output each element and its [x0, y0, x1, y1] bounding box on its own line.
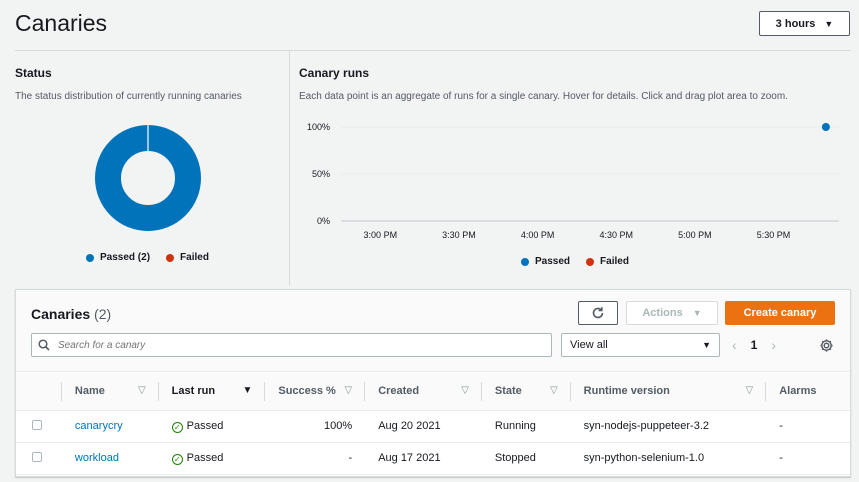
x-tick-label: 5:00 PM [678, 230, 712, 240]
success-cell: - [348, 452, 353, 464]
time-range-label: 3 hours [775, 17, 816, 30]
previous-page-icon[interactable]: ‹ [732, 337, 737, 353]
sort-icon: ▽ [344, 385, 353, 397]
table-title: Canaries (2) [31, 306, 111, 322]
legend-label: Failed [180, 252, 209, 263]
success-cell: 100% [324, 420, 353, 432]
created-cell: Aug 17 2021 [378, 452, 441, 464]
canary-runs-description: Each data point is an aggregate of runs … [299, 91, 788, 102]
canary-runs-title: Canary runs [299, 66, 370, 80]
runtime-cell: syn-nodejs-puppeteer-3.2 [583, 420, 710, 432]
alarms-cell: - [779, 420, 783, 432]
sort-icon: ▽ [137, 385, 146, 397]
search-input[interactable] [58, 339, 538, 351]
x-tick-label: 3:00 PM [364, 230, 398, 240]
passed-dot-icon [521, 257, 529, 266]
status-legend: Passed (2) Failed [86, 252, 209, 263]
x-tick-label: 4:00 PM [521, 230, 555, 240]
check-circle-icon: ✓ [171, 453, 183, 465]
runtime-cell: syn-python-selenium-1.0 [583, 452, 705, 464]
sort-icon: ▽ [745, 385, 754, 397]
state-cell: Stopped [494, 452, 536, 464]
legend-label: Failed [600, 256, 629, 267]
table-count: (2) [94, 306, 112, 322]
pagination: ‹ 1 › [732, 334, 776, 356]
create-canary-button[interactable]: Create canary [725, 301, 835, 325]
canary-name-link[interactable]: canarycry [75, 420, 123, 432]
column-header-state[interactable]: State ▽ [480, 373, 570, 411]
status-donut-chart [95, 125, 201, 231]
passed-dot-icon [86, 253, 94, 262]
table-row[interactable]: canarycry ✓ Passed 100% Aug 20 2021 Runni… [16, 410, 850, 442]
view-filter-select[interactable]: View all ▼ [561, 333, 720, 357]
failed-dot-icon [166, 253, 175, 262]
canaries-table: Name ▽ Last run ▼ Success % ▽ Created ▽ Stat… [16, 373, 850, 475]
table-row[interactable]: workload ✓ Passed - Aug 17 2021 Stopped s… [16, 442, 850, 474]
state-cell: Running [494, 420, 536, 432]
table-header-row: Name ▽ Last run ▼ Success % ▽ Created ▽ Stat… [16, 373, 850, 411]
legend-item-passed[interactable]: Passed (2) [86, 252, 150, 263]
x-tick-label: 5:30 PM [757, 230, 791, 240]
column-header-created[interactable]: Created ▽ [364, 373, 481, 411]
header-divider [15, 50, 851, 51]
sort-icon: ▽ [461, 385, 469, 397]
panel-divider [289, 51, 290, 286]
search-icon [38, 339, 50, 351]
next-page-icon[interactable]: › [771, 337, 776, 353]
select-all-header [16, 373, 61, 411]
x-tick-label: 3:30 PM [442, 230, 476, 240]
sort-icon: ▽ [549, 385, 558, 397]
view-filter-value: View all [570, 339, 608, 351]
canaries-table-panel: Canaries (2) Actions ▼ Create canary Vie… [15, 289, 851, 477]
column-header-success[interactable]: Success % ▽ [264, 373, 365, 411]
column-header-alarms: Alarms [765, 373, 850, 411]
actions-label: Actions [642, 307, 683, 319]
y-tick-label: 0% [317, 216, 330, 226]
caret-down-icon: ▼ [824, 18, 834, 29]
status-description: The status distribution of currently run… [15, 91, 242, 102]
failed-dot-icon [586, 257, 595, 266]
row-checkbox[interactable] [32, 451, 42, 462]
actions-button[interactable]: Actions ▼ [626, 301, 718, 325]
last-run-status: Passed [186, 451, 224, 464]
table-header-bar: Canaries (2) Actions ▼ Create canary Vie… [16, 290, 850, 372]
table-title-label: Canaries [31, 306, 91, 322]
canary-runs-chart[interactable]: 0% 50% 100% 3:00 PM 3:30 PM 4:00 PM 4:30 PM 5:0… [299, 112, 851, 247]
y-tick-label: 100% [307, 122, 330, 132]
created-cell: Aug 20 2021 [378, 420, 441, 432]
last-run-status: Passed [186, 419, 224, 432]
current-page[interactable]: 1 [751, 338, 758, 352]
canary-name-link[interactable]: workload [75, 452, 119, 464]
check-circle-icon: ✓ [171, 421, 183, 433]
column-header-last-run[interactable]: Last run ▼ [157, 373, 265, 411]
legend-item-passed[interactable]: Passed [521, 256, 570, 267]
caret-down-icon: ▼ [702, 340, 711, 350]
x-tick-label: 4:30 PM [599, 230, 633, 240]
legend-label: Passed (2) [100, 252, 151, 263]
refresh-icon [592, 307, 604, 319]
column-header-name[interactable]: Name ▽ [60, 373, 158, 411]
legend-item-failed[interactable]: Failed [586, 256, 629, 267]
page-title: Canaries [15, 10, 108, 36]
alarms-cell: - [779, 452, 783, 464]
time-range-dropdown[interactable]: 3 hours ▼ [759, 11, 850, 36]
data-point-passed[interactable] [821, 123, 830, 131]
y-tick-label: 50% [312, 169, 330, 179]
runs-legend: Passed Failed [521, 256, 629, 267]
sort-descending-icon: ▼ [242, 385, 253, 397]
caret-down-icon: ▼ [692, 308, 702, 318]
row-checkbox[interactable] [32, 419, 42, 430]
legend-label: Passed [535, 256, 571, 267]
search-box[interactable] [31, 333, 552, 357]
legend-item-failed[interactable]: Failed [166, 252, 209, 263]
refresh-button[interactable] [578, 301, 618, 325]
column-header-runtime[interactable]: Runtime version ▽ [569, 373, 766, 411]
status-title: Status [15, 66, 52, 80]
settings-gear-icon[interactable] [816, 335, 836, 355]
